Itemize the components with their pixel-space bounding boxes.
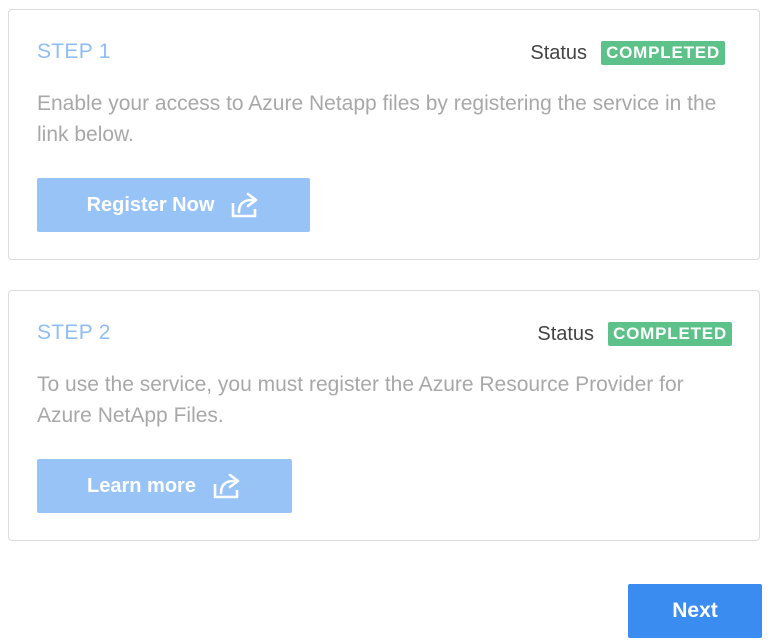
- step-2-status: Status COMPLETED: [537, 322, 732, 346]
- step-1-card: STEP 1 Status COMPLETED Enable your acce…: [8, 9, 760, 260]
- register-now-button[interactable]: Register Now: [37, 178, 310, 232]
- step-2-description: To use the service, you must register th…: [37, 373, 684, 427]
- step-1-status-label: Status: [530, 41, 588, 64]
- step-2-card: STEP 2 Status COMPLETED To use the servi…: [8, 290, 760, 541]
- step-2-title: STEP 2: [37, 321, 111, 344]
- step-1-title: STEP 1: [37, 40, 111, 63]
- registration-steps-page: STEP 1 Status COMPLETED Enable your acce…: [0, 0, 770, 644]
- learn-more-button[interactable]: Learn more: [37, 459, 292, 513]
- step-1-status: Status COMPLETED: [530, 41, 725, 65]
- share-external-icon: [213, 473, 240, 499]
- step-1-status-badge: COMPLETED: [601, 41, 725, 65]
- register-now-label: Register Now: [86, 193, 215, 216]
- learn-more-label: Learn more: [87, 474, 196, 497]
- step-2-status-badge: COMPLETED: [608, 322, 732, 346]
- next-button[interactable]: Next: [628, 584, 762, 638]
- share-external-icon: [232, 192, 258, 218]
- step-1-description: Enable your access to Azure Netapp files…: [37, 92, 717, 146]
- step-2-status-label: Status: [537, 322, 595, 345]
